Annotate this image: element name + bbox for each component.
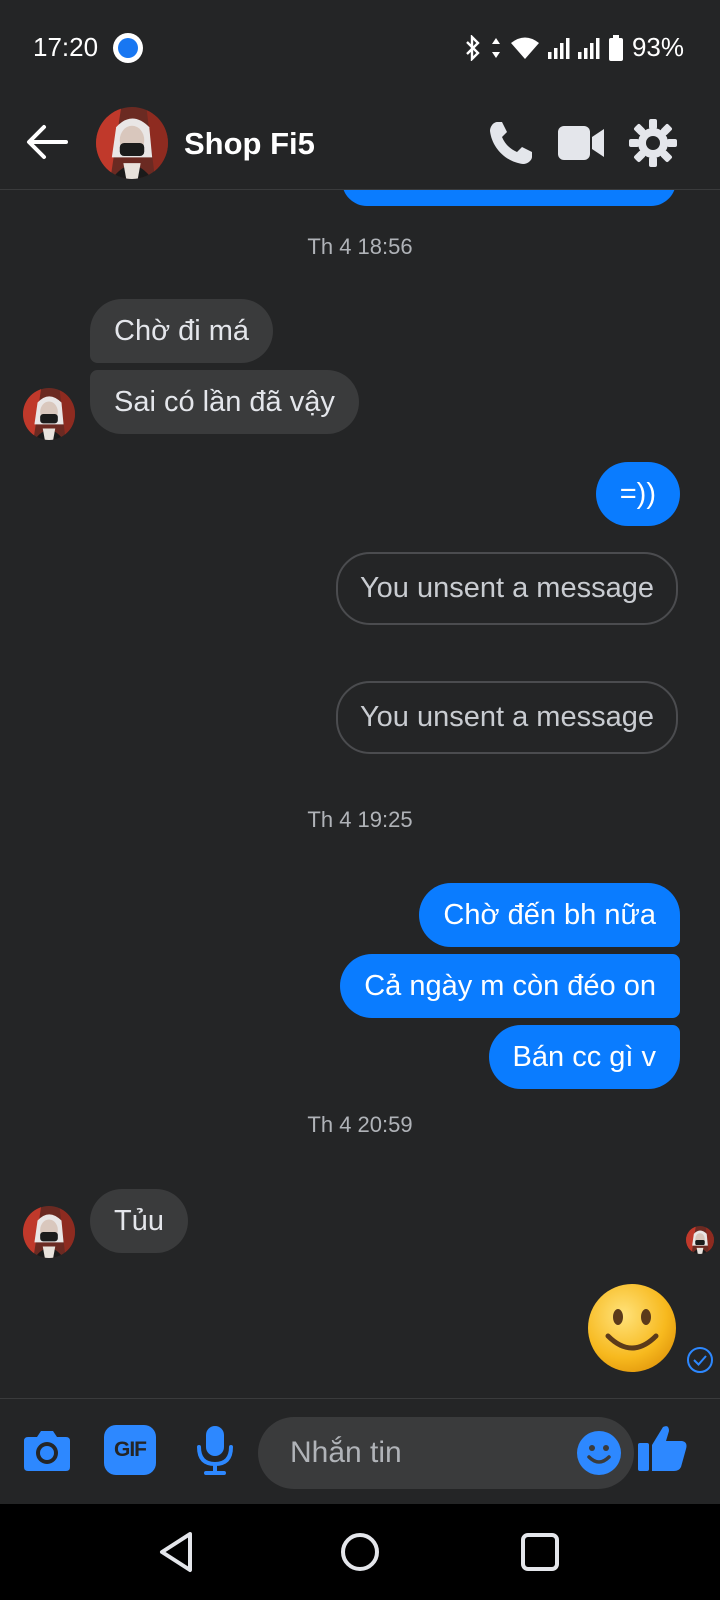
incoming-message[interactable]: Sai có lần đã vậy: [90, 370, 359, 434]
delivered-check-icon: [687, 1347, 713, 1373]
gif-button[interactable]: GIF: [104, 1425, 156, 1475]
gear-icon[interactable]: [628, 118, 678, 168]
status-time: 17:20: [33, 32, 99, 62]
message-list[interactable]: Th 4 18:56 Chờ đi má Sai có lần đã vậy =…: [0, 190, 720, 1398]
back-arrow-icon[interactable]: [26, 124, 68, 160]
incoming-message[interactable]: Chờ đi má: [90, 299, 274, 363]
timestamp: Th 4 19:25: [307, 807, 413, 832]
avatar-image: [23, 388, 75, 440]
smiley-emoji-icon[interactable]: [586, 1282, 678, 1374]
avatar-image: [96, 107, 168, 179]
timestamp: Th 4 20:59: [307, 1112, 413, 1137]
avatar-image: [23, 1206, 75, 1258]
avatar-image: [686, 1226, 714, 1254]
phone-icon[interactable]: [486, 118, 536, 168]
outgoing-message[interactable]: Bán cc gì v: [488, 1025, 680, 1089]
outgoing-message[interactable]: =)): [595, 462, 680, 526]
contact-name[interactable]: Shop Fi5: [184, 126, 315, 162]
unsent-message-notice: You unsent a message: [336, 681, 678, 754]
timestamp: Th 4 18:56: [307, 234, 413, 259]
contact-avatar[interactable]: [96, 107, 168, 179]
bluetooth-icon: [466, 34, 480, 61]
notification-app-icon: [113, 33, 143, 63]
unsent-message-notice: You unsent a message: [336, 552, 678, 625]
status-icons: 93%: [464, 32, 684, 63]
nav-recents-icon[interactable]: [516, 1528, 564, 1576]
incoming-message[interactable]: Tủu: [90, 1189, 188, 1253]
gif-label: GIF: [114, 1438, 147, 1461]
battery-percent: 93%: [631, 32, 684, 62]
outgoing-message[interactable]: Chờ đến bh nữa: [419, 883, 680, 947]
thumbs-up-icon[interactable]: [636, 1421, 690, 1475]
chat-header: Shop Fi5: [0, 96, 720, 190]
message-composer: GIF: [0, 1398, 720, 1504]
emoji-icon[interactable]: [576, 1430, 622, 1476]
outgoing-message[interactable]: Cả ngày m còn đéo on: [340, 954, 680, 1018]
sender-avatar[interactable]: [23, 388, 75, 440]
video-camera-icon[interactable]: [556, 118, 606, 168]
system-navigation-bar: [0, 1504, 720, 1600]
nav-home-icon[interactable]: [336, 1528, 384, 1576]
wifi-icon: [510, 37, 539, 59]
camera-icon[interactable]: [20, 1423, 74, 1477]
data-transfer-icon: [491, 37, 500, 58]
outgoing-message-partial[interactable]: [342, 190, 676, 206]
sender-avatar[interactable]: [23, 1206, 75, 1258]
messenger-chat-screen: 17:20 93% Shop Fi5 Th 4 18:56 Chờ đi má …: [0, 0, 720, 1600]
seen-indicator-avatar: [686, 1226, 714, 1254]
nav-back-icon[interactable]: [154, 1528, 202, 1576]
signal-2-icon: [577, 37, 600, 59]
microphone-icon[interactable]: [188, 1423, 242, 1477]
message-input[interactable]: [290, 1435, 540, 1471]
signal-1-icon: [547, 37, 570, 59]
battery-icon: [608, 34, 623, 61]
message-input-container[interactable]: [258, 1417, 634, 1489]
status-bar: 17:20 93%: [0, 0, 720, 96]
